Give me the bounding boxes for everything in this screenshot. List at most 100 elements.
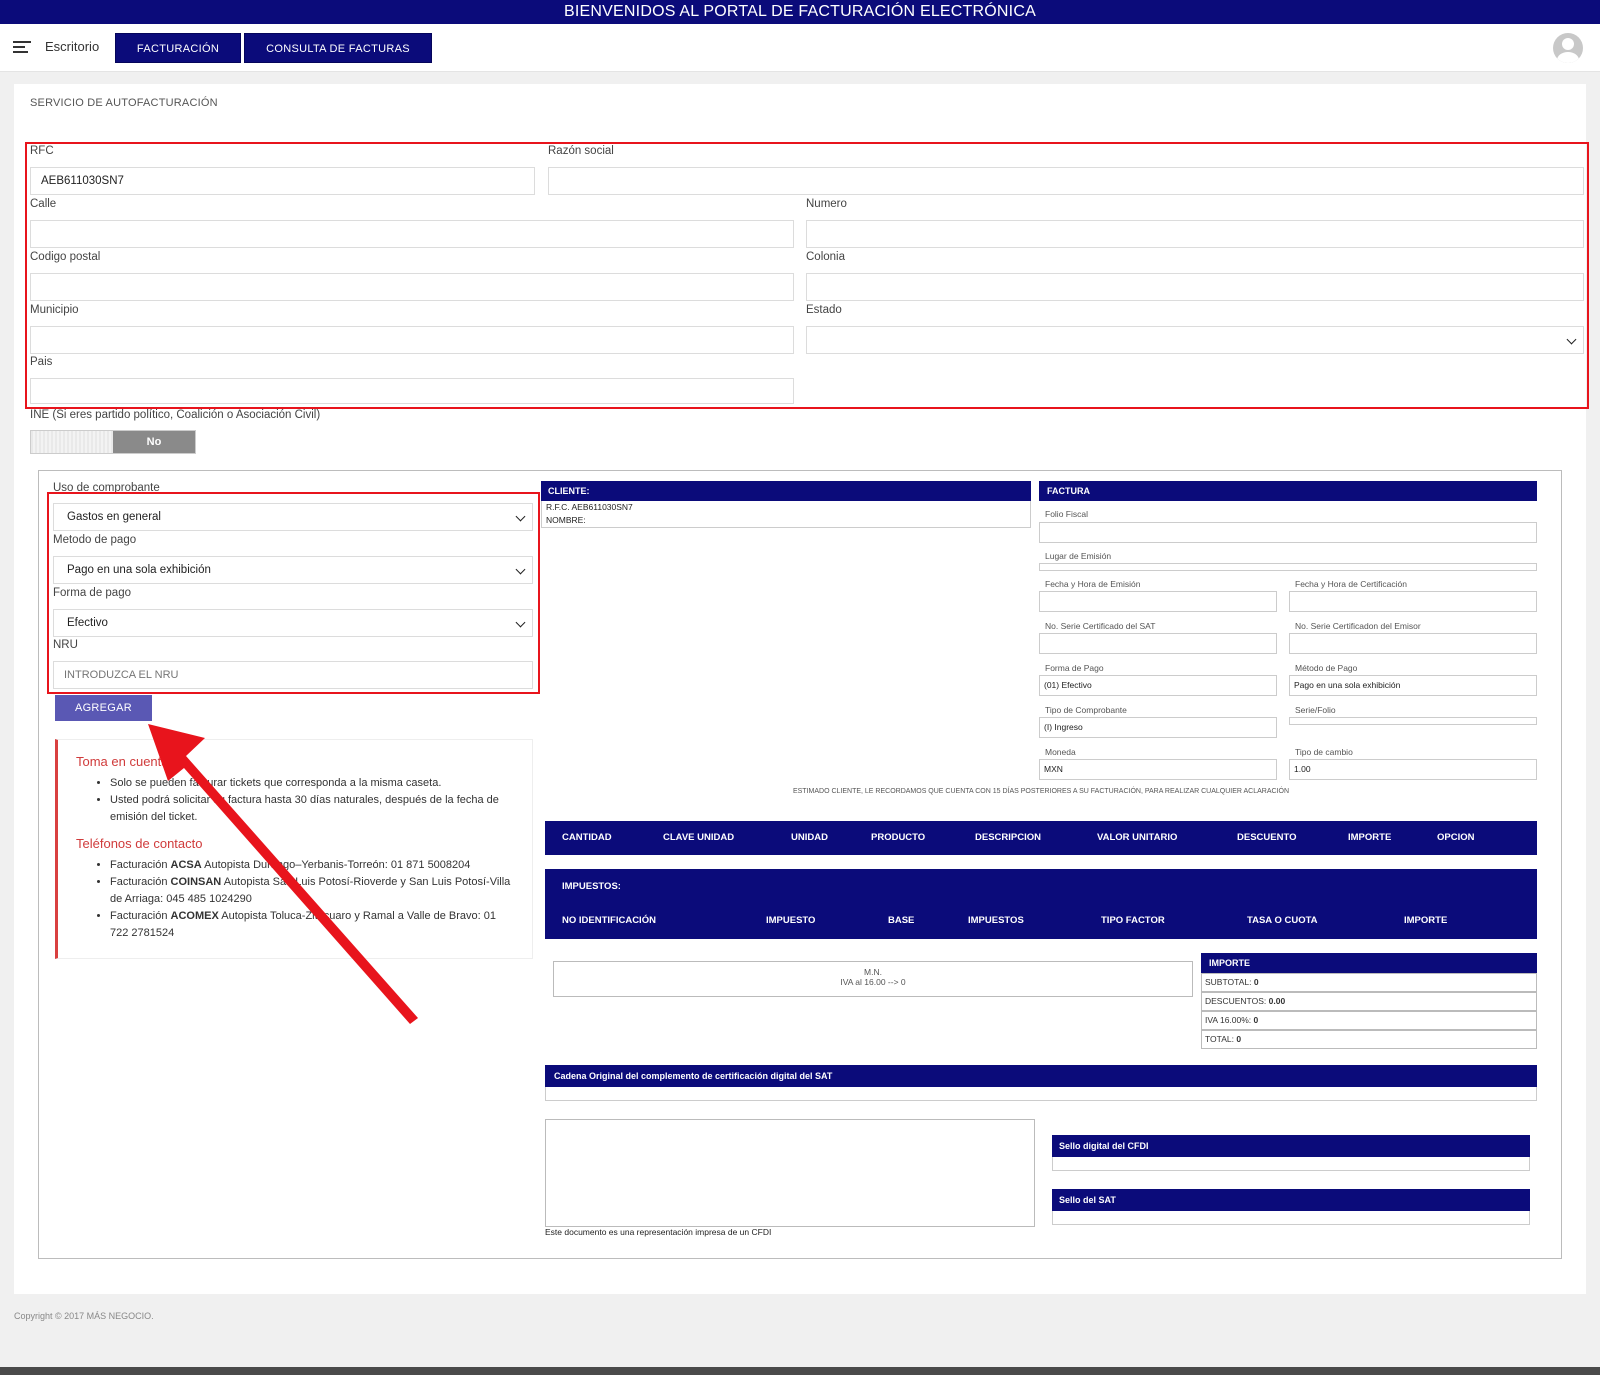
serie-emisor-label: No. Serie Certificadon del Emisor <box>1295 621 1421 631</box>
tab-consulta-facturas[interactable]: CONSULTA DE FACTURAS <box>244 33 432 63</box>
folio-fiscal-field <box>1039 522 1537 543</box>
calle-label: Calle <box>30 198 57 210</box>
aclaracion-notice: ESTIMADO CLIENTE, LE RECORDAMOS QUE CUEN… <box>792 788 1290 795</box>
user-avatar-icon[interactable] <box>1553 33 1583 63</box>
moneda-field: MXN <box>1039 759 1277 780</box>
tipo-comprobante-label: Tipo de Comprobante <box>1045 705 1127 715</box>
qr-code-box <box>545 1119 1035 1227</box>
copyright: Copyright © 2017 MÁS NEGOCIO. <box>14 1311 154 1321</box>
forma-pago-select[interactable]: Efectivo <box>53 609 533 637</box>
chevron-down-icon <box>515 564 526 575</box>
column-header: PRODUCTO <box>871 832 926 843</box>
subtotal-row: SUBTOTAL: 0 <box>1201 973 1537 992</box>
numero-label: Numero <box>806 198 847 210</box>
column-header: CANTIDAD <box>562 832 612 843</box>
cadena-original-box <box>545 1087 1537 1101</box>
pais-input[interactable] <box>30 378 794 404</box>
codigo-postal-input[interactable] <box>30 273 794 301</box>
mn-summary-box: M.N. IVA al 16.00 --> 0 <box>553 961 1193 997</box>
column-header: VALOR UNITARIO <box>1097 832 1178 843</box>
forma-pago-label: Forma de pago <box>53 587 131 599</box>
column-header: OPCION <box>1437 832 1475 843</box>
sello-cfdi-box <box>1052 1157 1530 1171</box>
razon-social-input[interactable] <box>548 167 1584 195</box>
column-header: CLAVE UNIDAD <box>663 832 735 843</box>
notice-title: Toma en cuenta <box>76 754 169 769</box>
mn-label: M.N. <box>864 967 882 977</box>
cliente-nombre: NOMBRE: <box>546 515 586 525</box>
column-header: UNIDAD <box>791 832 828 843</box>
navbar: Escritorio FACTURACIÓN CONSULTA DE FACTU… <box>0 24 1600 72</box>
tipo-cambio-field: 1.00 <box>1289 759 1537 780</box>
column-header: DESCRIPCION <box>975 832 1041 843</box>
municipio-input[interactable] <box>30 326 794 354</box>
estado-label: Estado <box>806 304 842 316</box>
fecha-certificacion-label: Fecha y Hora de Certificación <box>1295 579 1407 589</box>
uso-comprobante-select[interactable]: Gastos en general <box>53 503 533 531</box>
metodo-pago-select[interactable]: Pago en una sola exhibición <box>53 556 533 584</box>
list-item: Facturación ACOMEX Autopista Toluca-Zitá… <box>110 908 514 942</box>
column-header: DESCUENTO <box>1237 832 1297 843</box>
razon-social-label: Razón social <box>548 145 614 157</box>
lugar-emision-label: Lugar de Emisión <box>1045 551 1112 561</box>
calle-input[interactable] <box>30 220 794 248</box>
nav-escritorio-link[interactable]: Escritorio <box>45 39 99 54</box>
rfc-input[interactable]: AEB611030SN7 <box>30 167 535 195</box>
notice-box: Toma en cuenta Solo se pueden facturar t… <box>55 739 533 959</box>
column-header: IMPUESTOS <box>968 915 1024 926</box>
column-header: NO IDENTIFICACIÓN <box>562 915 656 926</box>
taxes-table-header: IMPUESTOS: NO IDENTIFICACIÓN IMPUESTO BA… <box>545 869 1537 939</box>
importe-header: IMPORTE <box>1201 953 1537 973</box>
fecha-certificacion-field <box>1289 591 1537 612</box>
forma-pago-factura-label: Forma de Pago <box>1045 663 1104 673</box>
sello-cfdi-header: Sello digital del CFDI <box>1052 1135 1530 1157</box>
cliente-header: CLIENTE: <box>541 481 1031 501</box>
agregar-button[interactable]: AGREGAR <box>55 695 152 721</box>
column-header: IMPORTE <box>1348 832 1392 843</box>
colonia-input[interactable] <box>806 273 1584 301</box>
metodo-pago-label: Metodo de pago <box>53 534 137 546</box>
uso-comprobante-label: Uso de comprobante <box>53 482 160 494</box>
chevron-down-icon <box>515 511 526 522</box>
column-header: BASE <box>888 915 915 926</box>
column-header: TIPO FACTOR <box>1101 915 1165 926</box>
serie-sat-label: No. Serie Certificado del SAT <box>1045 621 1156 631</box>
serie-folio-label: Serie/Folio <box>1295 705 1336 715</box>
fecha-emision-label: Fecha y Hora de Emisión <box>1045 579 1141 589</box>
main-content: SERVICIO DE AUTOFACTURACIÓN RFC AEB61103… <box>14 84 1589 1294</box>
iva-line: IVA al 16.00 --> 0 <box>840 977 906 987</box>
nru-label: NRU <box>53 639 78 651</box>
chevron-down-icon <box>515 617 526 628</box>
taxes-title: IMPUESTOS: <box>562 881 621 892</box>
nru-input[interactable] <box>53 661 533 689</box>
serie-emisor-field <box>1289 633 1537 654</box>
forma-pago-value: Efectivo <box>67 617 108 629</box>
metodo-pago-value: Pago en una sola exhibición <box>67 564 211 576</box>
toggle-no-label: No <box>113 431 195 453</box>
lugar-emision-field <box>1039 563 1537 571</box>
ine-label: INE (Si eres partido político, Coalición… <box>30 409 321 421</box>
menu-icon[interactable] <box>13 41 31 54</box>
rfc-label: RFC <box>30 145 54 157</box>
contacts-title: Teléfonos de contacto <box>76 836 203 851</box>
numero-input[interactable] <box>806 220 1584 248</box>
contacts-list: Facturación ACSA Autopista Durango–Yerba… <box>110 857 514 942</box>
chevron-down-icon <box>1566 334 1577 345</box>
municipio-label: Municipio <box>30 304 79 316</box>
serie-folio-field <box>1289 717 1537 725</box>
serie-sat-field <box>1039 633 1277 654</box>
sello-sat-header: Sello del SAT <box>1052 1189 1530 1211</box>
estado-select[interactable] <box>806 326 1584 354</box>
total-row: TOTAL: 0 <box>1201 1030 1537 1049</box>
invoice-panel: Uso de comprobante Gastos en general Met… <box>38 470 1562 1259</box>
list-item: Usted podrá solicitar su factura hasta 3… <box>110 792 514 826</box>
cliente-box: R.F.C. AEB611030SN7 NOMBRE: <box>541 501 1031 528</box>
tab-facturacion[interactable]: FACTURACIÓN <box>115 33 241 63</box>
list-item: Solo se pueden facturar tickets que corr… <box>110 775 514 792</box>
column-header: TASA O CUOTA <box>1247 915 1318 926</box>
cadena-original-header: Cadena Original del complemento de certi… <box>545 1065 1537 1087</box>
ine-toggle[interactable]: No <box>30 430 196 454</box>
pais-label: Pais <box>30 356 53 368</box>
section-title: SERVICIO DE AUTOFACTURACIÓN <box>30 97 218 109</box>
bottom-bar <box>0 1367 1600 1375</box>
